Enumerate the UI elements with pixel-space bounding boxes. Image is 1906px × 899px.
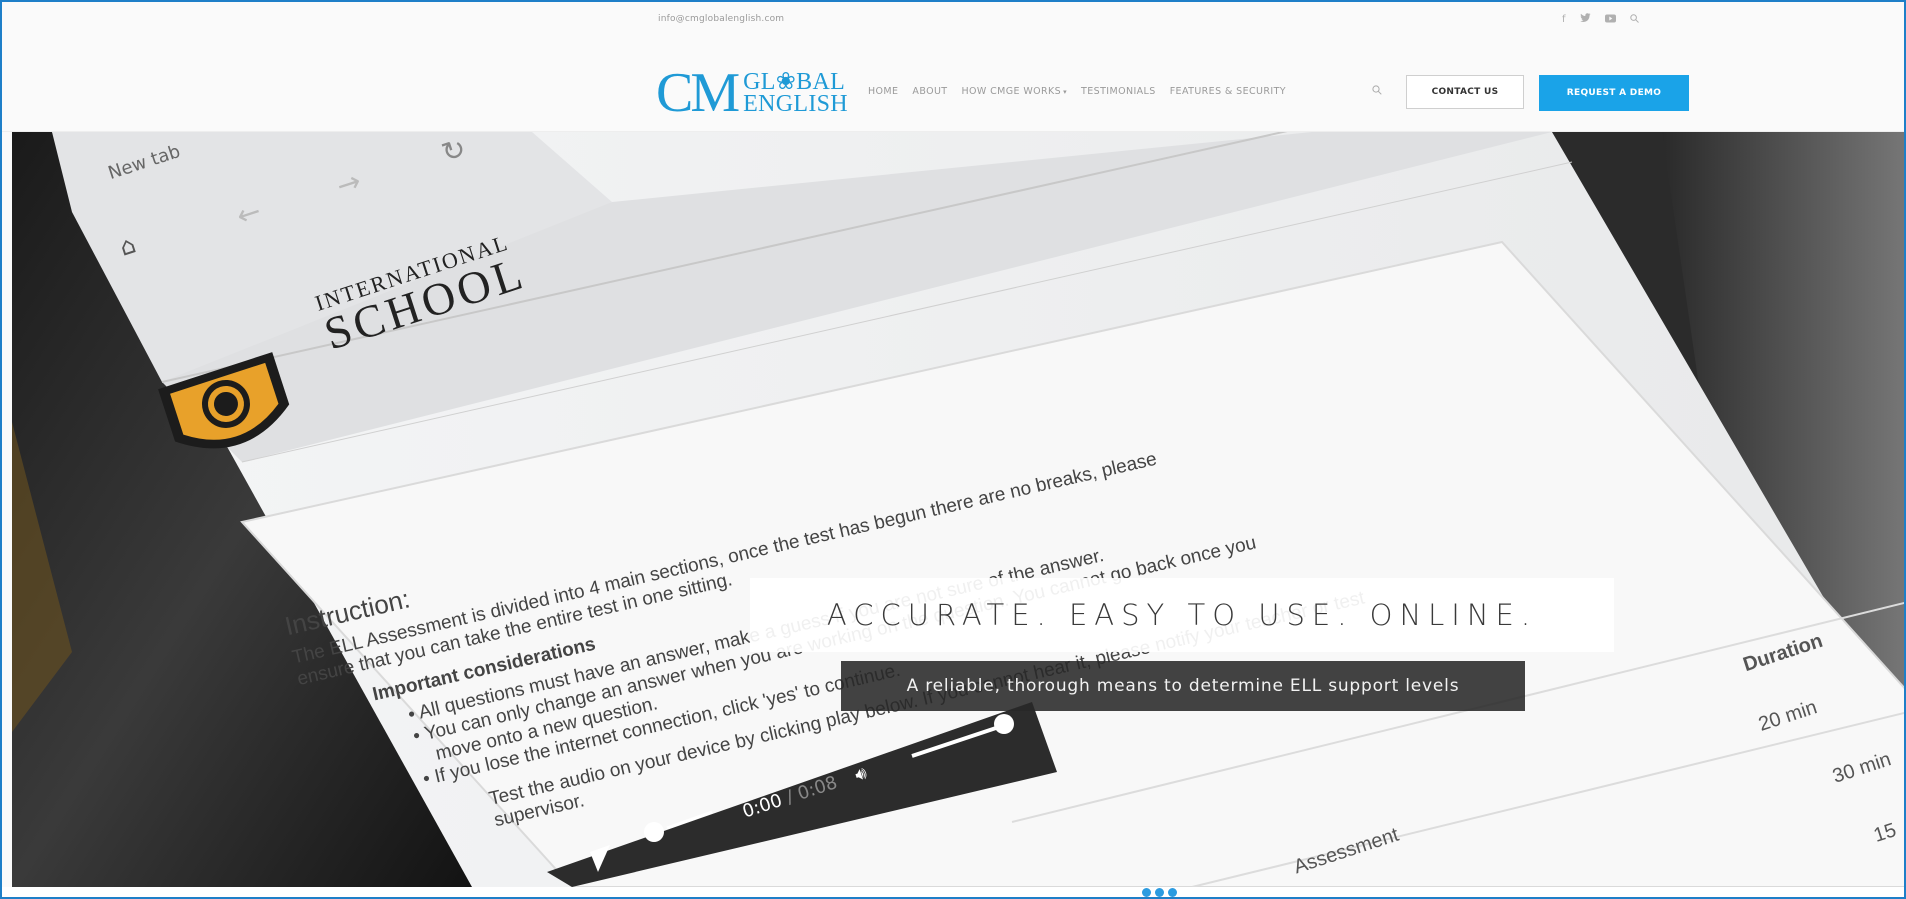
hero-title: ACCURATE. EASY TO USE. ONLINE. (750, 578, 1614, 652)
search-icon[interactable] (1629, 13, 1639, 27)
browser-back-icon: ← (232, 194, 265, 233)
browser-tab-label: New tab (105, 141, 183, 184)
slider-pagination (1142, 888, 1177, 897)
facebook-icon[interactable]: f (1562, 14, 1566, 26)
browser-home-icon: ⌂ (116, 230, 140, 262)
request-demo-button[interactable]: REQUEST A DEMO (1539, 75, 1689, 111)
player-current-time: 0:00 (739, 790, 785, 823)
duration-row-3: 15 (1870, 819, 1899, 847)
nav-how-cmge-works-label: HOW CMGE WORKS (961, 86, 1062, 97)
duration-header: Duration (1740, 629, 1826, 677)
browser-reload-icon: ↻ (437, 132, 470, 170)
page-frame: info@cmglobalenglish.com f CM GL❀BAL ENG… (0, 0, 1906, 899)
bottom-strip (2, 887, 1904, 897)
browser-forward-icon: → (332, 164, 365, 203)
nav-about[interactable]: ABOUT (912, 86, 947, 97)
volume-icon: 🔊︎ (852, 762, 870, 786)
hero-subtitle: A reliable, thorough means to determine … (841, 661, 1525, 711)
top-utility-bar: info@cmglobalenglish.com f (2, 2, 1904, 42)
logo-wordmark: GL❀BAL ENGLISH (743, 69, 848, 117)
nav-home[interactable]: HOME (868, 86, 898, 97)
logo-line-global: GL❀BAL (743, 69, 846, 95)
slider-dot-2[interactable] (1155, 888, 1164, 897)
hero-banner: New tab ← → ↻ ⌂ INTERNATIONAL SCHOOL Ins… (12, 132, 1904, 887)
slider-dot-3[interactable] (1168, 888, 1177, 897)
nav-features-security[interactable]: FEATURES & SECURITY (1170, 86, 1286, 97)
site-logo[interactable]: CM GL❀BAL ENGLISH (656, 62, 848, 124)
chevron-down-icon: ▾ (1063, 88, 1068, 96)
social-links: f (1562, 13, 1639, 27)
twitter-icon[interactable] (1579, 13, 1591, 27)
school-name: INTERNATIONAL SCHOOL (312, 228, 532, 360)
nav-search-icon[interactable] (1372, 84, 1382, 98)
duration-row-1: 20 min (1755, 696, 1820, 736)
nav-how-cmge-works[interactable]: HOW CMGE WORKS ▾ (962, 86, 1068, 97)
nav-testimonials[interactable]: TESTIMONIALS (1081, 86, 1156, 97)
main-nav: HOME ABOUT HOW CMGE WORKS ▾ TESTIMONIALS … (868, 86, 1286, 97)
contact-email-link[interactable]: info@cmglobalenglish.com (658, 14, 784, 24)
assessment-row-label: Assessment (1291, 823, 1402, 879)
slider-dot-1[interactable] (1142, 888, 1151, 897)
logo-line-english: ENGLISH (743, 91, 848, 117)
screen-text-layer: New tab ← → ↻ ⌂ INTERNATIONAL SCHOOL Ins… (12, 132, 1904, 887)
contact-us-button[interactable]: CONTACT US (1406, 75, 1524, 109)
duration-row-2: 30 min (1829, 748, 1894, 788)
logo-mark: CM (656, 62, 740, 124)
site-header: CM GL❀BAL ENGLISH HOME ABOUT HOW CMGE WO… (2, 42, 1904, 132)
player-total-time: / 0:08 (783, 772, 840, 809)
youtube-icon[interactable] (1604, 14, 1616, 27)
